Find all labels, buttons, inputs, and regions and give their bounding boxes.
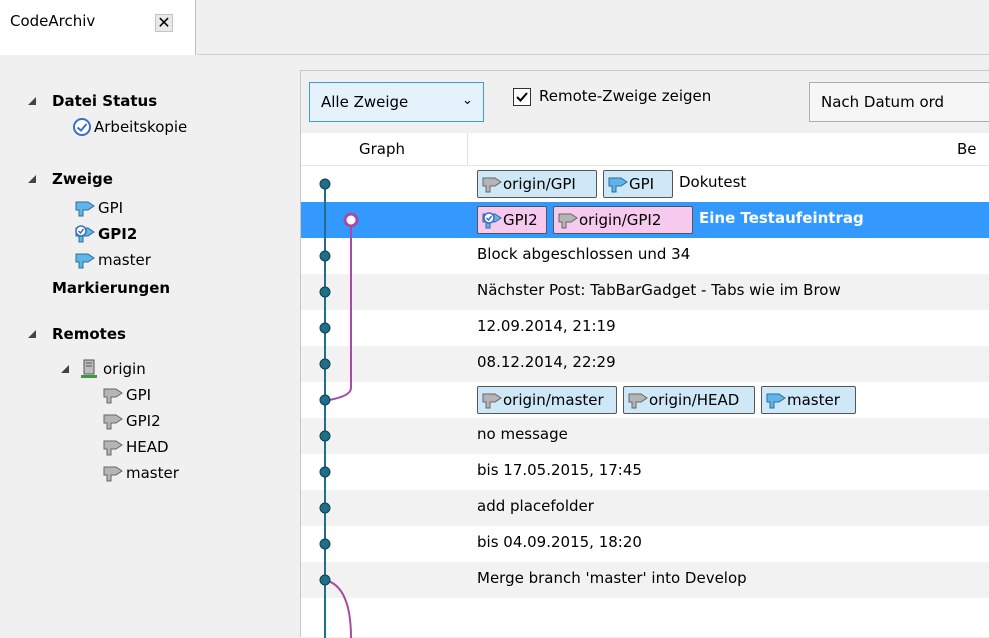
remote-branch-icon xyxy=(102,411,124,431)
commit-message: Eine Testaufeintrag xyxy=(699,209,864,227)
commit-message: Nächster Post: TabBarGadget - Tabs wie i… xyxy=(477,281,841,299)
log-toolbar: Alle Zweige ⌄ Remote-Zweige zeigen Nach … xyxy=(301,71,989,133)
commit-message: Dokutest xyxy=(679,173,747,191)
commit-log-pane: Alle Zweige ⌄ Remote-Zweige zeigen Nach … xyxy=(300,70,989,638)
commit-message: 12.09.2014, 21:19 xyxy=(477,317,616,335)
branch-filter-value: Alle Zweige xyxy=(321,93,409,111)
commit-message: 08.12.2014, 22:29 xyxy=(477,353,616,371)
tree-label-master: master xyxy=(98,251,151,269)
ref-badge[interactable]: origin/master xyxy=(477,386,617,414)
ref-badge-label: origin/master xyxy=(503,391,604,409)
checkmark-icon xyxy=(516,92,528,102)
tree-label-remote-gpi2: GPI2 xyxy=(126,412,161,430)
tree-label-datei-status: Datei Status xyxy=(52,92,158,110)
expand-arrow-icon[interactable] xyxy=(27,329,37,339)
commit-message: bis 04.09.2015, 18:20 xyxy=(477,533,642,551)
commit-row[interactable]: origin/master origin/HEAD master xyxy=(301,382,989,418)
current-branch-icon xyxy=(482,211,502,237)
commit-row[interactable]: origin/GPI GPI Dokutest xyxy=(301,166,989,202)
current-branch-icon xyxy=(74,224,96,244)
commit-row[interactable]: Merge branch 'master' into Develop xyxy=(301,562,989,598)
sort-order-dropdown[interactable]: Nach Datum ord xyxy=(809,82,989,122)
sidebar-tree: Datei Status Arbeitskopie Zweige GPI GPI… xyxy=(0,56,300,637)
remote-branch-icon xyxy=(482,391,502,417)
commit-row[interactable]: add placefolder xyxy=(301,490,989,526)
commit-list: origin/GPI GPI Dokutest GPI2 origin/GPI2 Eine… xyxy=(301,166,989,638)
branch-icon xyxy=(74,250,96,270)
ref-badge-label: origin/GPI xyxy=(503,175,576,193)
commit-row[interactable]: bis 17.05.2015, 17:45 xyxy=(301,454,989,490)
commit-message: bis 17.05.2015, 17:45 xyxy=(477,461,642,479)
branch-icon xyxy=(74,198,96,218)
tab-bar: CodeArchiv ✕ xyxy=(0,0,989,55)
tree-label-markierungen: Markierungen xyxy=(52,279,171,297)
ref-badge[interactable]: master xyxy=(761,386,856,414)
sort-order-value: Nach Datum ord xyxy=(821,93,945,111)
ref-badge[interactable]: origin/GPI2 xyxy=(553,206,693,234)
remote-branch-icon xyxy=(102,437,124,457)
ref-badge-label: origin/GPI2 xyxy=(579,211,662,229)
ref-badge[interactable]: origin/GPI xyxy=(477,170,597,198)
commit-row[interactable]: Block abgeschlossen und 34 xyxy=(301,238,989,274)
tree-label-origin: origin xyxy=(103,360,146,378)
tree-label-gpi: GPI xyxy=(98,199,124,217)
commit-row[interactable]: 08.12.2014, 22:29 xyxy=(301,346,989,382)
commit-row[interactable]: no message xyxy=(301,418,989,454)
tab-bar-divider xyxy=(197,54,989,55)
tab-codearchiv[interactable]: CodeArchiv ✕ xyxy=(0,0,196,55)
tree-label-arbeitskopie: Arbeitskopie xyxy=(94,118,188,136)
column-header-graph[interactable]: Graph xyxy=(301,133,468,165)
column-header-graph-label: Graph xyxy=(359,140,406,158)
chevron-down-icon: ⌄ xyxy=(462,93,473,108)
commit-message: add placefolder xyxy=(477,497,594,515)
ref-badge-label: GPI xyxy=(629,175,655,193)
column-header-description-label: Be xyxy=(957,140,977,158)
remote-branch-icon xyxy=(558,211,578,237)
ref-badge[interactable]: origin/HEAD xyxy=(623,386,755,414)
expand-arrow-icon[interactable] xyxy=(27,174,37,184)
ref-badge-label: GPI2 xyxy=(503,211,538,229)
ref-badge[interactable]: GPI2 xyxy=(477,206,547,234)
remote-branch-icon xyxy=(628,391,648,417)
commit-row[interactable]: Nächster Post: TabBarGadget - Tabs wie i… xyxy=(301,274,989,310)
log-column-header: Graph Be xyxy=(301,133,989,166)
commit-message: Merge branch 'master' into Develop xyxy=(477,569,747,587)
ref-badge[interactable]: GPI xyxy=(603,170,673,198)
remote-branch-icon xyxy=(102,463,124,483)
branch-icon xyxy=(766,391,786,417)
tree-label-remote-master: master xyxy=(126,464,179,482)
commit-row[interactable]: bis 04.09.2015, 18:20 xyxy=(301,526,989,562)
ref-badge-label: master xyxy=(787,391,840,409)
expand-arrow-icon[interactable] xyxy=(60,364,70,374)
branch-icon xyxy=(608,175,628,201)
branch-filter-dropdown[interactable]: Alle Zweige ⌄ xyxy=(309,82,484,122)
server-icon xyxy=(80,359,98,379)
show-remote-label[interactable]: Remote-Zweige zeigen xyxy=(539,87,711,105)
tree-label-remotes: Remotes xyxy=(52,325,126,343)
remote-branch-icon xyxy=(102,385,124,405)
commit-message: no message xyxy=(477,425,568,443)
check-circle-icon xyxy=(72,117,92,137)
tree-node-markierungen[interactable]: Markierungen xyxy=(52,275,170,301)
tree-label-zweige: Zweige xyxy=(52,170,113,188)
tree-label-remote-gpi: GPI xyxy=(126,386,152,404)
tree-label-gpi2: GPI2 xyxy=(98,225,138,243)
commit-row[interactable]: GPI2 origin/GPI2 Eine Testaufeintrag xyxy=(301,202,989,238)
show-remote-checkbox[interactable] xyxy=(513,88,531,106)
expand-arrow-icon[interactable] xyxy=(27,96,37,106)
commit-message: Block abgeschlossen und 34 xyxy=(477,245,691,263)
remote-branch-icon xyxy=(482,175,502,201)
commit-row[interactable]: 12.09.2014, 21:19 xyxy=(301,310,989,346)
ref-badge-label: origin/HEAD xyxy=(649,391,740,409)
tab-title: CodeArchiv xyxy=(10,12,96,30)
tree-label-remote-head: HEAD xyxy=(126,438,169,456)
tab-close-button[interactable]: ✕ xyxy=(155,14,173,32)
